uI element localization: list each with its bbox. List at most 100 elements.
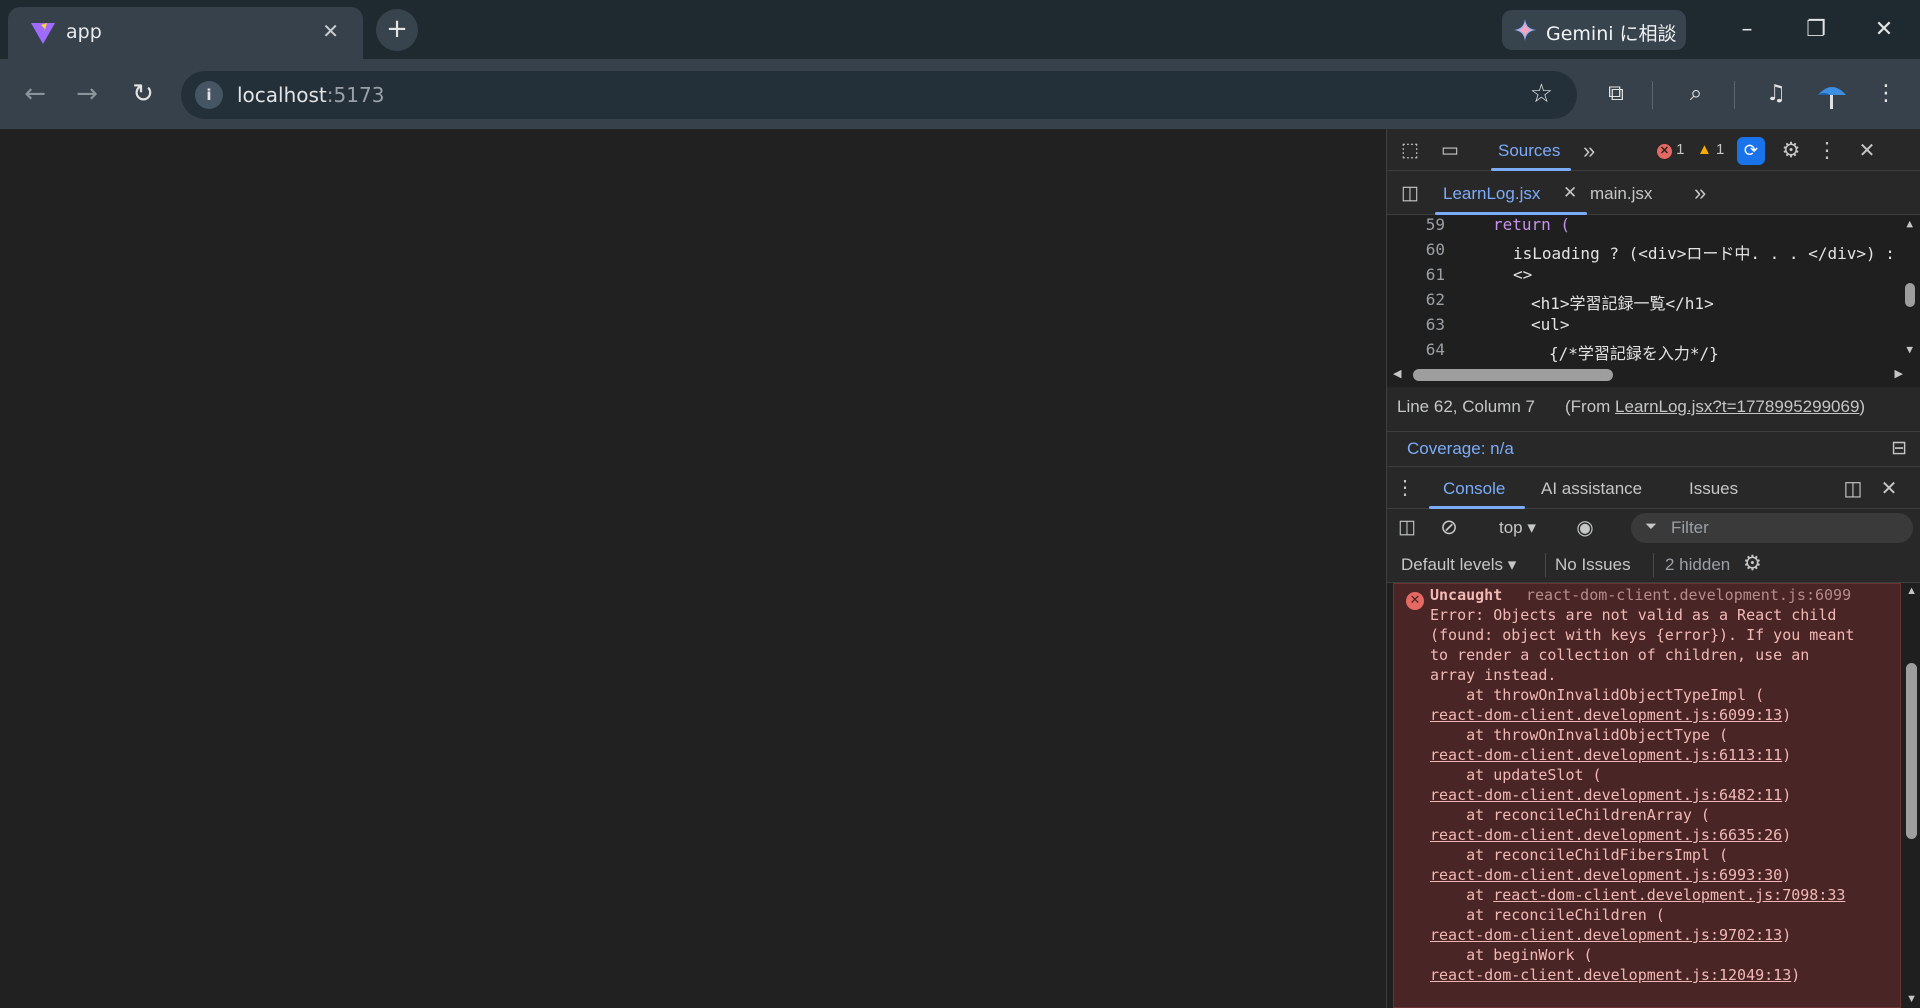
site-info-icon[interactable]: i <box>195 81 223 109</box>
window-close-icon[interactable]: ✕ <box>1866 12 1902 48</box>
devtools-panel: ⬚ ▭ Sources » ✕ 1 ▲ 1 ⟳ ⚙ ⋮ ✕ ◫ LearnLog… <box>1386 129 1920 1008</box>
devtools-menu-icon[interactable]: ⋮ <box>1813 138 1841 163</box>
more-files-icon[interactable]: » <box>1694 180 1706 206</box>
profile-avatar[interactable] <box>1814 77 1850 113</box>
stack-link[interactable]: react-dom-client.development.js:6482:11 <box>1430 786 1782 804</box>
context-selector[interactable]: top ▾ <box>1499 518 1536 538</box>
scroll-up-icon[interactable]: ▲ <box>1906 217 1913 230</box>
editor-status-bar: Line 62, Column 7 (From LearnLog.jsx?t=1… <box>1387 387 1920 467</box>
filter-placeholder: Filter <box>1671 518 1709 537</box>
log-levels-dropdown[interactable]: Default levels ▾ <box>1401 555 1516 575</box>
gemini-label: Gemini に相談 <box>1546 23 1677 45</box>
gemini-button[interactable]: Gemini に相談 <box>1502 10 1686 50</box>
clear-console-icon[interactable]: ⊘ <box>1437 515 1461 540</box>
scroll-down-icon[interactable]: ▼ <box>1906 343 1913 356</box>
stack-link[interactable]: react-dom-client.development.js:9702:13 <box>1430 926 1782 944</box>
code-horizontal-scrollbar[interactable] <box>1413 369 1613 381</box>
toggle-debugger-icon[interactable]: ⊟ <box>1891 437 1907 460</box>
more-tabs-icon[interactable]: » <box>1583 138 1595 164</box>
stack-link[interactable]: react-dom-client.development.js:12049:13 <box>1430 966 1791 984</box>
issues-count[interactable]: No Issues <box>1555 555 1631 575</box>
file-tab-learnlog[interactable]: LearnLog.jsx <box>1443 184 1540 204</box>
code-vertical-scrollbar[interactable] <box>1905 283 1915 307</box>
error-label: Uncaught <box>1430 586 1503 604</box>
toggle-navigator-icon[interactable]: ◫ <box>1397 182 1423 205</box>
console-settings-icon[interactable]: ⚙ <box>1743 551 1762 576</box>
divider <box>1653 553 1654 577</box>
minimize-icon[interactable]: – <box>1729 12 1765 48</box>
filter-input[interactable]: ⏷ Filter <box>1631 513 1913 543</box>
tab-ai-assistance[interactable]: AI assistance <box>1541 479 1642 499</box>
tab-close-icon[interactable]: ✕ <box>322 19 339 43</box>
stack-link[interactable]: react-dom-client.development.js:6993:30 <box>1430 866 1782 884</box>
error-text: to render a collection of children, use … <box>1430 646 1810 664</box>
reload-icon[interactable]: ↻ <box>124 75 162 113</box>
search-tabs-icon[interactable]: ⌕ <box>1678 76 1714 112</box>
console-sidebar-icon[interactable]: ◫ <box>1395 516 1419 539</box>
back-icon[interactable]: ← <box>16 75 54 113</box>
restore-icon[interactable]: ❐ <box>1798 12 1834 48</box>
stack-frame: at throwOnInvalidObjectType ( <box>1430 726 1729 744</box>
new-tab-button[interactable]: + <box>376 9 418 51</box>
console-scroll-down-icon[interactable]: ▼ <box>1906 993 1917 1005</box>
hidden-count: 2 hidden <box>1665 555 1731 574</box>
code-editor[interactable]: 59 return ( 60 isLoading ? (<div>ロード中. .… <box>1387 215 1920 363</box>
toolbar-divider <box>1734 81 1735 109</box>
close-drawer-icon[interactable]: ✕ <box>1877 476 1901 501</box>
drawer-menu-icon[interactable]: ⋮ <box>1395 475 1415 500</box>
error-source-link[interactable]: react-dom-client.development.js:6099 <box>1526 586 1851 604</box>
line-number: 63 <box>1425 315 1445 334</box>
scroll-right-icon[interactable]: ▶ <box>1895 367 1903 380</box>
stack-frame: react-dom-client.development.js:9702:13) <box>1430 926 1792 944</box>
rendering-status-icon[interactable]: ⟳ <box>1737 137 1765 165</box>
source-map-link[interactable]: LearnLog.jsx?t=1778995299069 <box>1615 397 1859 416</box>
stack-link[interactable]: react-dom-client.development.js:6099:13 <box>1430 706 1782 724</box>
stack-frame: at reconcileChildren ( <box>1430 906 1665 924</box>
console-scroll-up-icon[interactable]: ▲ <box>1906 585 1917 597</box>
tab-console[interactable]: Console <box>1443 479 1505 499</box>
address-bar[interactable]: i localhost:5173 ☆ <box>181 71 1577 119</box>
stack-frame: at react-dom-client.development.js:7098:… <box>1430 886 1846 904</box>
console-error-message: ✕ Uncaught react-dom-client.development.… <box>1393 583 1901 1008</box>
filter-funnel-icon: ⏷ <box>1645 518 1658 535</box>
console-toolbar: ◫ ⊘ top ▾ ◉ ⏷ Filter <box>1387 509 1920 547</box>
settings-gear-icon[interactable]: ⚙ <box>1777 138 1805 163</box>
tab-strip: app ✕ + Gemini に相談 – ❐ ✕ <box>0 0 1920 59</box>
source-origin: (From LearnLog.jsx?t=1778995299069) <box>1565 397 1866 416</box>
stack-frame: at beginWork ( <box>1430 946 1593 964</box>
console-vertical-scrollbar[interactable] <box>1906 663 1917 839</box>
live-expression-eye-icon[interactable]: ◉ <box>1571 515 1599 540</box>
scroll-left-icon[interactable]: ◀ <box>1393 367 1401 380</box>
line-number: 62 <box>1425 290 1445 309</box>
coverage-status[interactable]: Coverage: n/a <box>1407 439 1514 459</box>
stack-frame: react-dom-client.development.js:6099:13) <box>1430 706 1792 724</box>
menu-kebab-icon[interactable]: ⋮ <box>1868 76 1904 112</box>
gemini-spark-icon <box>1514 19 1536 41</box>
warning-counter[interactable]: ▲ 1 <box>1697 141 1724 158</box>
inspect-element-icon[interactable]: ⬚ <box>1397 139 1423 162</box>
bookmark-star-icon[interactable]: ☆ <box>1530 79 1553 109</box>
stack-link[interactable]: react-dom-client.development.js:6113:11 <box>1430 746 1782 764</box>
browser-tab[interactable]: app ✕ <box>8 7 363 59</box>
error-text: Error: Objects are not valid as a React … <box>1430 606 1837 624</box>
tab-sources[interactable]: Sources <box>1498 141 1560 161</box>
dock-drawer-icon[interactable]: ◫ <box>1841 476 1865 501</box>
error-counter[interactable]: ✕ 1 <box>1657 141 1685 159</box>
divider <box>1387 431 1920 432</box>
forward-icon[interactable]: → <box>68 75 106 113</box>
device-toolbar-icon[interactable]: ▭ <box>1437 139 1463 162</box>
close-devtools-icon[interactable]: ✕ <box>1853 138 1881 163</box>
media-controls-icon[interactable]: ♫ <box>1758 76 1794 112</box>
extensions-icon[interactable]: ⧉ <box>1598 76 1634 112</box>
tab-issues[interactable]: Issues <box>1689 479 1738 499</box>
close-file-icon[interactable]: ✕ <box>1563 183 1577 203</box>
cursor-position: Line 62, Column 7 <box>1397 397 1535 416</box>
error-text: (found: object with keys {error}). If yo… <box>1430 626 1855 644</box>
toolbar-divider <box>1652 81 1653 109</box>
file-tab-main[interactable]: main.jsx <box>1590 184 1652 204</box>
code-line: isLoading ? (<div>ロード中. . . </div>) : <box>1513 244 1895 263</box>
stack-link[interactable]: react-dom-client.development.js:6635:26 <box>1430 826 1782 844</box>
stack-link[interactable]: react-dom-client.development.js:7098:33 <box>1493 886 1845 904</box>
stack-frame: react-dom-client.development.js:6113:11) <box>1430 746 1792 764</box>
url-text[interactable]: localhost:5173 <box>237 83 384 107</box>
